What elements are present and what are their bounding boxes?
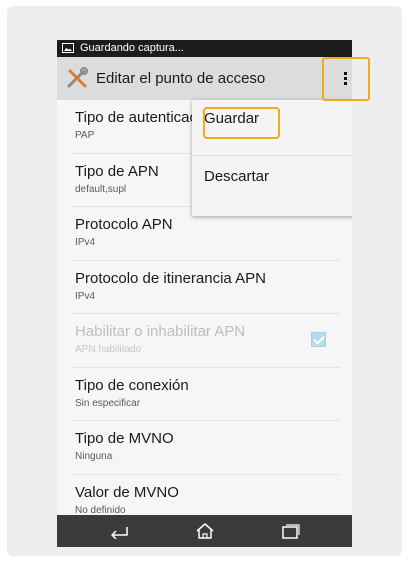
status-bar: Guardando captura... <box>57 40 352 57</box>
setting-title: Protocolo APN <box>75 216 173 233</box>
status-text: Guardando captura... <box>80 42 184 54</box>
setting-value: IPv4 <box>75 290 96 302</box>
setting-connection-type[interactable]: Tipo de conexión Sin especificar <box>71 368 340 421</box>
screenshot-icon <box>62 43 74 53</box>
home-icon[interactable] <box>195 523 215 539</box>
back-icon[interactable] <box>109 523 129 539</box>
setting-value: No definido <box>75 504 126 516</box>
setting-value: APN habilitado <box>75 344 142 355</box>
action-bar: Editar el punto de acceso <box>57 57 352 100</box>
setting-title: Valor de MVNO <box>75 483 179 501</box>
menu-divider <box>192 155 352 156</box>
setting-title: Tipo de MVNO <box>75 430 174 447</box>
save-highlight <box>203 107 280 139</box>
setting-title: Tipo de conexión <box>75 376 189 394</box>
setting-title: Habilitar o inhabilitar APN <box>75 323 246 340</box>
menu-item-discard[interactable]: Descartar <box>204 168 269 185</box>
recents-icon[interactable] <box>281 523 301 539</box>
setting-value: default,supl <box>75 183 127 195</box>
setting-title: Tipo de APN <box>75 162 159 180</box>
setting-apn-enable: Habilitar o inhabilitar APN APN habilita… <box>71 314 340 368</box>
tools-icon <box>67 67 88 88</box>
setting-value: Ninguna <box>75 451 113 462</box>
page-title: Editar el punto de acceso <box>96 70 266 87</box>
apn-enabled-checkbox <box>311 332 326 347</box>
setting-title: Protocolo de itinerancia APN <box>75 269 266 287</box>
setting-value: Sin especificar <box>75 397 141 409</box>
setting-value: IPv4 <box>75 237 96 248</box>
overflow-menu-icon <box>344 72 348 87</box>
overflow-menu-button[interactable] <box>322 57 370 101</box>
setting-roaming-protocol[interactable]: Protocolo de itinerancia APN IPv4 <box>71 261 340 314</box>
navigation-bar <box>57 515 352 547</box>
setting-value: PAP <box>75 130 95 141</box>
setting-mvno-type[interactable]: Tipo de MVNO Ninguna <box>71 421 340 475</box>
